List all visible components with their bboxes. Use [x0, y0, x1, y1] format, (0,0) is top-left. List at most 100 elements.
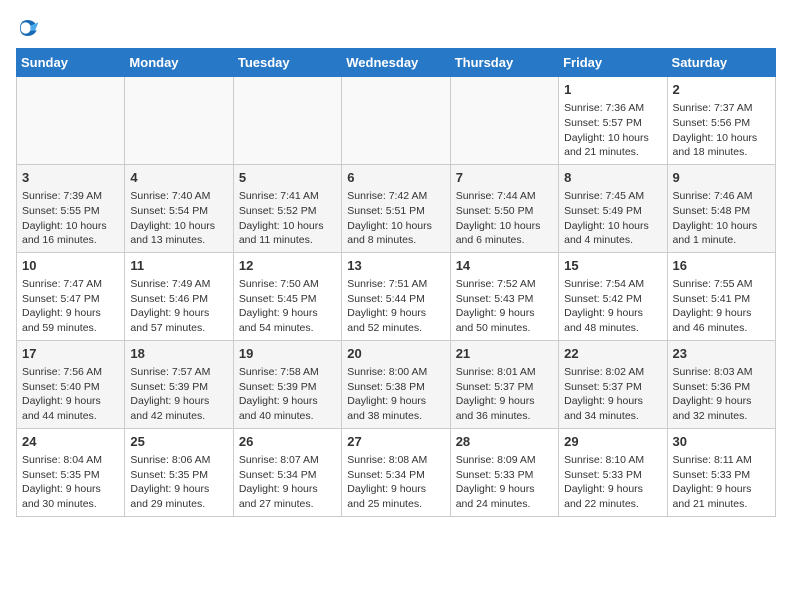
- day-info: Sunrise: 7:46 AM Sunset: 5:48 PM Dayligh…: [673, 189, 770, 248]
- day-info: Sunrise: 7:39 AM Sunset: 5:55 PM Dayligh…: [22, 189, 119, 248]
- calendar-cell: 19 Sunrise: 7:58 AM Sunset: 5:39 PM Dayli…: [233, 340, 341, 428]
- day-number: 13: [347, 257, 444, 275]
- day-number: 6: [347, 169, 444, 187]
- day-number: 8: [564, 169, 661, 187]
- calendar-cell: 25 Sunrise: 8:06 AM Sunset: 5:35 PM Dayli…: [125, 428, 233, 516]
- calendar-cell: 2 Sunrise: 7:37 AM Sunset: 5:56 PM Daylig…: [667, 77, 775, 165]
- day-number: 28: [456, 433, 553, 451]
- calendar-cell: 10 Sunrise: 7:47 AM Sunset: 5:47 PM Dayli…: [17, 252, 125, 340]
- calendar-cell: 23 Sunrise: 8:03 AM Sunset: 5:36 PM Dayli…: [667, 340, 775, 428]
- calendar-cell: [450, 77, 558, 165]
- calendar-cell: 7 Sunrise: 7:44 AM Sunset: 5:50 PM Daylig…: [450, 164, 558, 252]
- day-info: Sunrise: 7:47 AM Sunset: 5:47 PM Dayligh…: [22, 277, 119, 336]
- day-number: 4: [130, 169, 227, 187]
- calendar-cell: 8 Sunrise: 7:45 AM Sunset: 5:49 PM Daylig…: [559, 164, 667, 252]
- calendar-cell: 11 Sunrise: 7:49 AM Sunset: 5:46 PM Dayli…: [125, 252, 233, 340]
- logo: [16, 16, 44, 40]
- day-number: 3: [22, 169, 119, 187]
- day-info: Sunrise: 7:56 AM Sunset: 5:40 PM Dayligh…: [22, 365, 119, 424]
- day-info: Sunrise: 8:08 AM Sunset: 5:34 PM Dayligh…: [347, 453, 444, 512]
- calendar-table: SundayMondayTuesdayWednesdayThursdayFrid…: [16, 48, 776, 517]
- calendar-cell: 18Sunrise: 7:57 AM Sunset: 5:39 PM Dayli…: [125, 340, 233, 428]
- day-info: Sunrise: 7:51 AM Sunset: 5:44 PM Dayligh…: [347, 277, 444, 336]
- weekday-header-row: SundayMondayTuesdayWednesdayThursdayFrid…: [17, 49, 776, 77]
- week-row-4: 17 Sunrise: 7:56 AM Sunset: 5:40 PM Dayli…: [17, 340, 776, 428]
- day-number: 26: [239, 433, 336, 451]
- day-info: Sunrise: 7:54 AM Sunset: 5:42 PM Dayligh…: [564, 277, 661, 336]
- calendar-cell: 13 Sunrise: 7:51 AM Sunset: 5:44 PM Dayli…: [342, 252, 450, 340]
- calendar-cell: 28 Sunrise: 8:09 AM Sunset: 5:33 PM Dayli…: [450, 428, 558, 516]
- day-info: Sunrise: 8:03 AM Sunset: 5:36 PM Dayligh…: [673, 365, 770, 424]
- day-number: 17: [22, 345, 119, 363]
- weekday-header-sunday: Sunday: [17, 49, 125, 77]
- calendar-cell: 6 Sunrise: 7:42 AM Sunset: 5:51 PM Daylig…: [342, 164, 450, 252]
- day-number: 23: [673, 345, 770, 363]
- week-row-5: 24 Sunrise: 8:04 AM Sunset: 5:35 PM Dayli…: [17, 428, 776, 516]
- day-info: Sunrise: 7:40 AM Sunset: 5:54 PM Dayligh…: [130, 189, 227, 248]
- day-number: 10: [22, 257, 119, 275]
- calendar-cell: [17, 77, 125, 165]
- day-number: 16: [673, 257, 770, 275]
- day-number: 2: [673, 81, 770, 99]
- day-info: Sunrise: 8:10 AM Sunset: 5:33 PM Dayligh…: [564, 453, 661, 512]
- day-number: 25: [130, 433, 227, 451]
- day-number: 15: [564, 257, 661, 275]
- calendar-cell: 24 Sunrise: 8:04 AM Sunset: 5:35 PM Dayli…: [17, 428, 125, 516]
- day-info: Sunrise: 7:52 AM Sunset: 5:43 PM Dayligh…: [456, 277, 553, 336]
- calendar-cell: 16 Sunrise: 7:55 AM Sunset: 5:41 PM Dayli…: [667, 252, 775, 340]
- calendar-cell: 22 Sunrise: 8:02 AM Sunset: 5:37 PM Dayli…: [559, 340, 667, 428]
- calendar-cell: [233, 77, 341, 165]
- calendar-cell: [125, 77, 233, 165]
- day-number: 21: [456, 345, 553, 363]
- calendar-cell: 15 Sunrise: 7:54 AM Sunset: 5:42 PM Dayli…: [559, 252, 667, 340]
- day-number: 12: [239, 257, 336, 275]
- day-info: Sunrise: 7:49 AM Sunset: 5:46 PM Dayligh…: [130, 277, 227, 336]
- calendar-cell: 27 Sunrise: 8:08 AM Sunset: 5:34 PM Dayli…: [342, 428, 450, 516]
- day-number: 24: [22, 433, 119, 451]
- day-number: 7: [456, 169, 553, 187]
- day-number: 29: [564, 433, 661, 451]
- calendar-cell: 12 Sunrise: 7:50 AM Sunset: 5:45 PM Dayli…: [233, 252, 341, 340]
- day-info: Sunrise: 7:55 AM Sunset: 5:41 PM Dayligh…: [673, 277, 770, 336]
- weekday-header-tuesday: Tuesday: [233, 49, 341, 77]
- calendar-cell: [342, 77, 450, 165]
- day-number: 11: [130, 257, 227, 275]
- day-number: 19: [239, 345, 336, 363]
- day-number: 1: [564, 81, 661, 99]
- page-header: [16, 16, 776, 40]
- week-row-3: 10 Sunrise: 7:47 AM Sunset: 5:47 PM Dayli…: [17, 252, 776, 340]
- calendar-cell: 20 Sunrise: 8:00 AM Sunset: 5:38 PM Dayli…: [342, 340, 450, 428]
- week-row-2: 3 Sunrise: 7:39 AM Sunset: 5:55 PM Daylig…: [17, 164, 776, 252]
- day-number: 14: [456, 257, 553, 275]
- day-info: Sunrise: 7:42 AM Sunset: 5:51 PM Dayligh…: [347, 189, 444, 248]
- day-number: 20: [347, 345, 444, 363]
- weekday-header-saturday: Saturday: [667, 49, 775, 77]
- calendar-cell: 5 Sunrise: 7:41 AM Sunset: 5:52 PM Daylig…: [233, 164, 341, 252]
- calendar-cell: 4 Sunrise: 7:40 AM Sunset: 5:54 PM Daylig…: [125, 164, 233, 252]
- day-info: Sunrise: 8:02 AM Sunset: 5:37 PM Dayligh…: [564, 365, 661, 424]
- day-info: Sunrise: 7:36 AM Sunset: 5:57 PM Dayligh…: [564, 101, 661, 160]
- day-number: 22: [564, 345, 661, 363]
- day-info: Sunrise: 7:57 AM Sunset: 5:39 PM Dayligh…: [130, 365, 227, 424]
- day-info: Sunrise: 7:41 AM Sunset: 5:52 PM Dayligh…: [239, 189, 336, 248]
- weekday-header-monday: Monday: [125, 49, 233, 77]
- day-number: 27: [347, 433, 444, 451]
- day-info: Sunrise: 8:04 AM Sunset: 5:35 PM Dayligh…: [22, 453, 119, 512]
- day-number: 5: [239, 169, 336, 187]
- calendar-cell: 30Sunrise: 8:11 AM Sunset: 5:33 PM Dayli…: [667, 428, 775, 516]
- week-row-1: 1 Sunrise: 7:36 AM Sunset: 5:57 PM Daylig…: [17, 77, 776, 165]
- day-info: Sunrise: 8:00 AM Sunset: 5:38 PM Dayligh…: [347, 365, 444, 424]
- day-info: Sunrise: 7:44 AM Sunset: 5:50 PM Dayligh…: [456, 189, 553, 248]
- day-info: Sunrise: 7:45 AM Sunset: 5:49 PM Dayligh…: [564, 189, 661, 248]
- day-info: Sunrise: 7:37 AM Sunset: 5:56 PM Dayligh…: [673, 101, 770, 160]
- day-info: Sunrise: 8:09 AM Sunset: 5:33 PM Dayligh…: [456, 453, 553, 512]
- calendar-cell: 17 Sunrise: 7:56 AM Sunset: 5:40 PM Dayli…: [17, 340, 125, 428]
- day-info: Sunrise: 8:06 AM Sunset: 5:35 PM Dayligh…: [130, 453, 227, 512]
- day-info: Sunrise: 8:11 AM Sunset: 5:33 PM Dayligh…: [673, 453, 770, 512]
- day-info: Sunrise: 7:50 AM Sunset: 5:45 PM Dayligh…: [239, 277, 336, 336]
- day-info: Sunrise: 7:58 AM Sunset: 5:39 PM Dayligh…: [239, 365, 336, 424]
- logo-icon: [16, 16, 40, 40]
- weekday-header-thursday: Thursday: [450, 49, 558, 77]
- calendar-cell: 1 Sunrise: 7:36 AM Sunset: 5:57 PM Daylig…: [559, 77, 667, 165]
- day-info: Sunrise: 8:07 AM Sunset: 5:34 PM Dayligh…: [239, 453, 336, 512]
